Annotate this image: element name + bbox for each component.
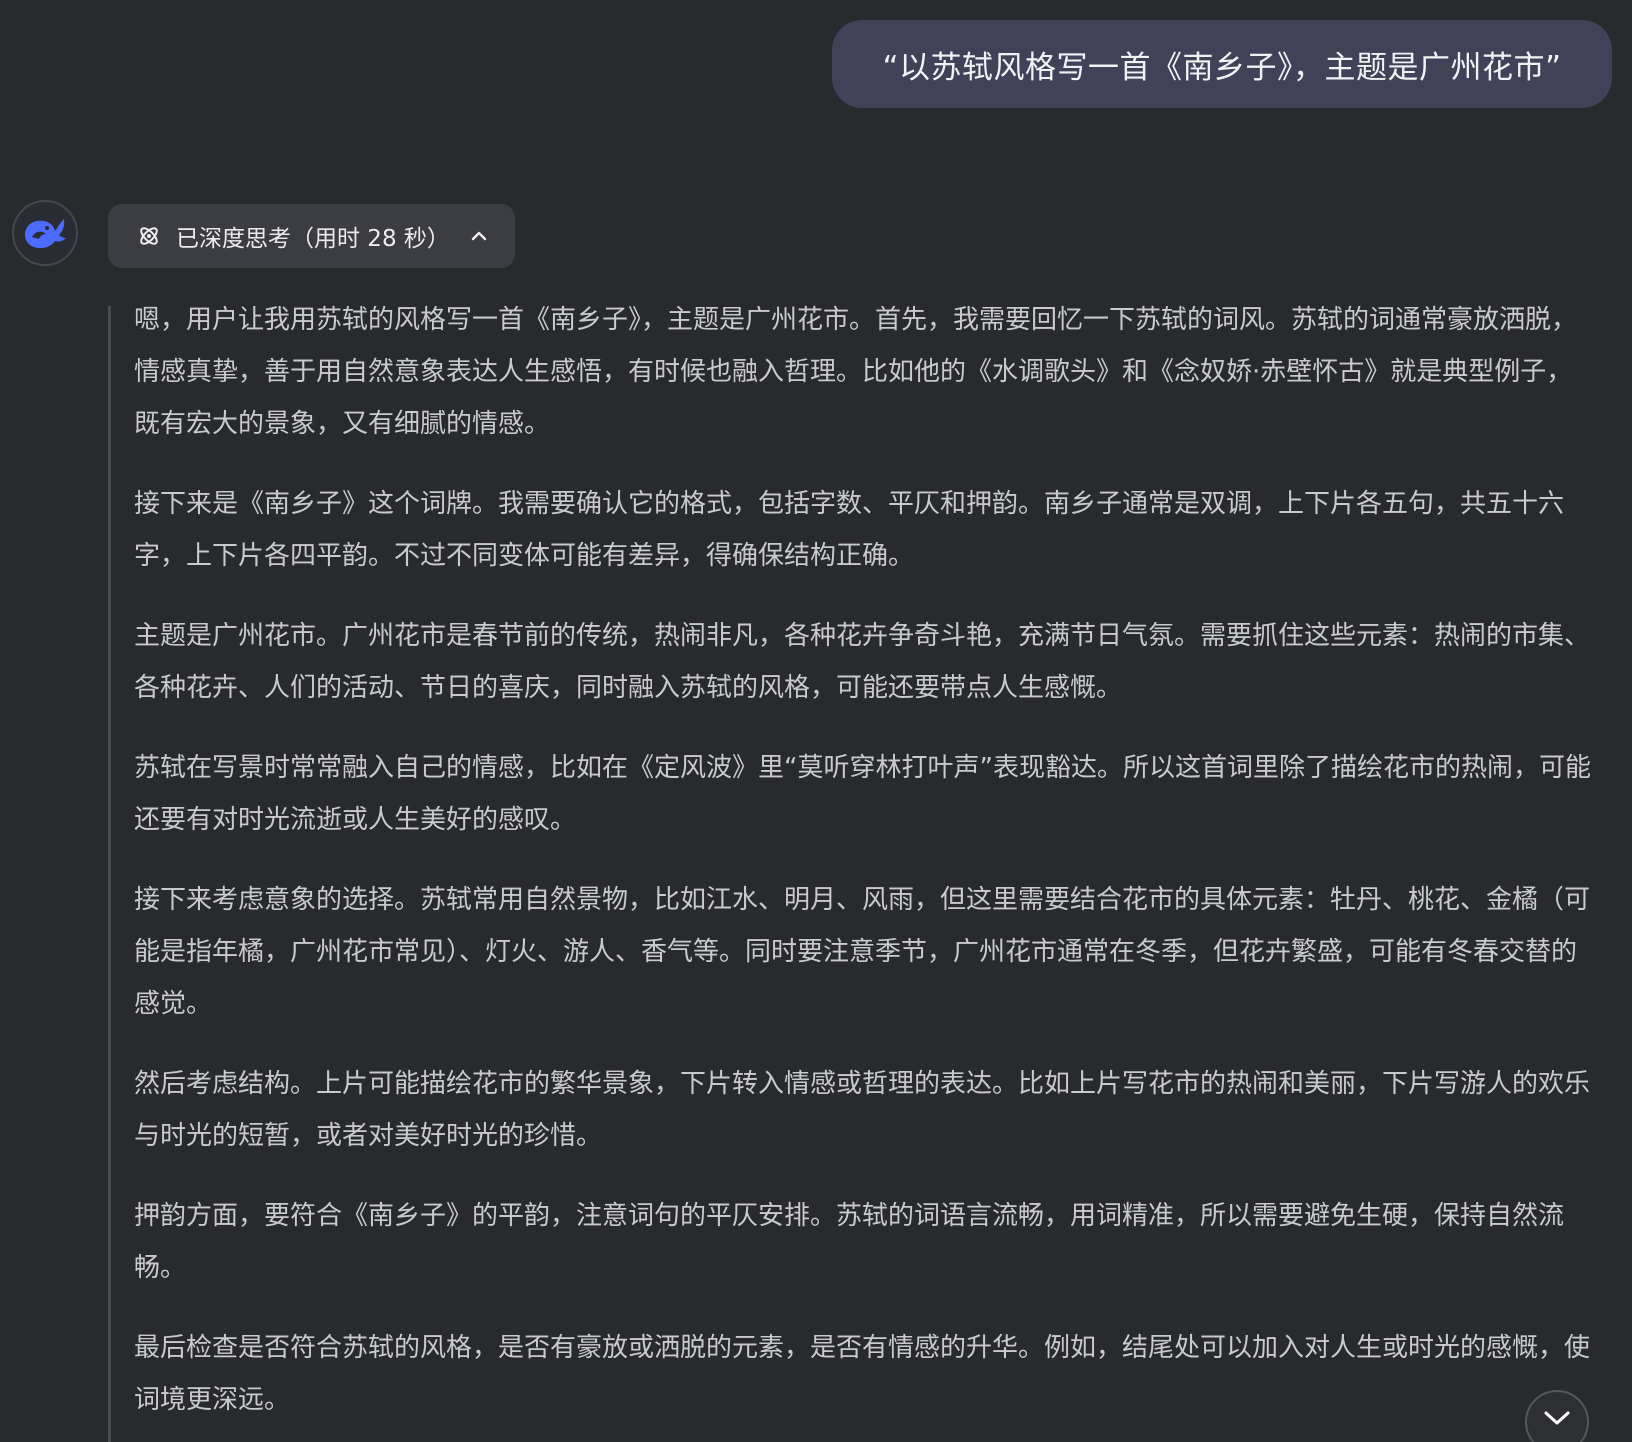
thought-paragraph: 苏轼在写景时常常融入自己的情感，比如在《定风波》里“莫听穿林打叶声”表现豁达。所… — [134, 753, 1591, 835]
deep-thinking-label: 已深度思考（用时 28 秒） — [176, 226, 450, 252]
thought-paragraph: 嗯，用户让我用苏轼的风格写一首《南乡子》，主题是广州花市。首先，我需要回忆一下苏… — [134, 305, 1578, 439]
thought-divider — [108, 306, 111, 1442]
chat-page: “以苏轼风格写一首《南乡子》，主题是广州花市” 已深度思考（用时 28 秒） 嗯… — [0, 0, 1632, 1442]
thought-paragraph: 主题是广州花市。广州花市是春节前的传统，热闹非凡，各种花卉争奇斗艳，充满节日气氛… — [134, 621, 1591, 703]
deep-thinking-toggle[interactable]: 已深度思考（用时 28 秒） — [108, 204, 515, 268]
whale-logo-icon — [25, 219, 66, 249]
thought-paragraph: 押韵方面，要符合《南乡子》的平韵，注意词句的平仄安排。苏轼的词语言流畅，用词精准… — [134, 1201, 1565, 1283]
chevron-down-icon — [1544, 1411, 1570, 1425]
thought-paragraph: 最后检查是否符合苏轼的风格，是否有豪放或洒脱的元素，是否有情感的升华。例如，结尾… — [134, 1333, 1591, 1415]
thought-paragraph: 接下来考虑意象的选择。苏轼常用自然景物，比如江水、明月、风雨，但这里需要结合花市… — [134, 885, 1591, 1019]
user-message-bubble: “以苏轼风格写一首《南乡子》，主题是广州花市” — [832, 20, 1612, 108]
chevron-up-icon — [468, 225, 490, 247]
atom-icon — [136, 223, 162, 249]
user-message-text: “以苏轼风格写一首《南乡子》，主题是广州花市” — [882, 49, 1562, 86]
thought-paragraph: 然后考虑结构。上片可能描绘花市的繁华景象，下片转入情感或哲理的表达。比如上片写花… — [134, 1069, 1591, 1151]
thought-paragraph: 接下来是《南乡子》这个词牌。我需要确认它的格式，包括字数、平仄和押韵。南乡子通常… — [134, 489, 1565, 571]
assistant-avatar — [12, 200, 78, 266]
thought-content: 嗯，用户让我用苏轼的风格写一首《南乡子》，主题是广州花市。首先，我需要回忆一下苏… — [134, 294, 1592, 1442]
